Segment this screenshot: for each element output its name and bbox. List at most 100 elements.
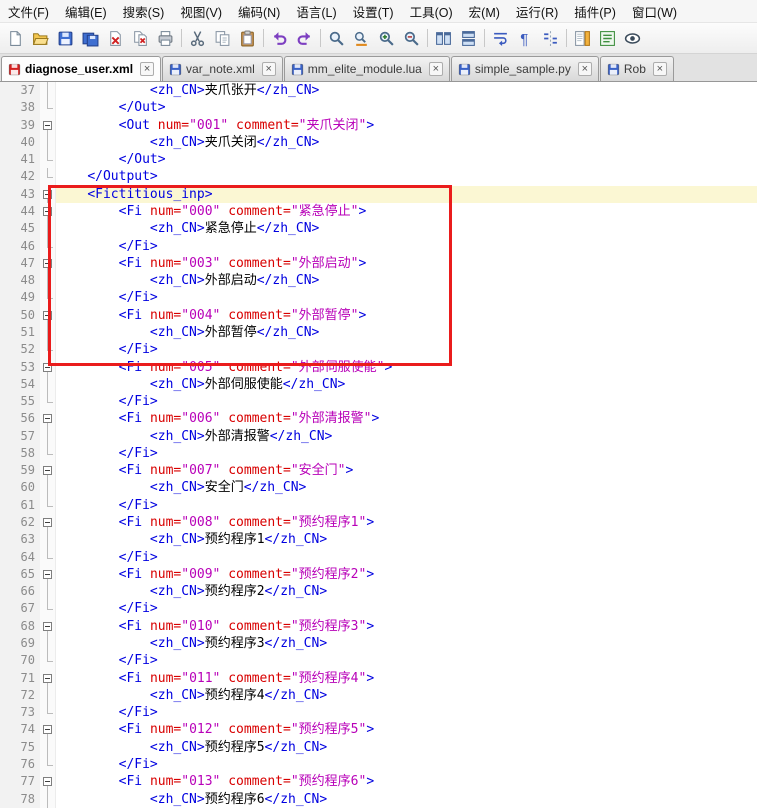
menu-item-window[interactable]: 窗口(W) — [624, 0, 685, 22]
bookmark-margin[interactable] — [0, 652, 9, 669]
line-number[interactable]: 38 — [9, 99, 40, 116]
line-number[interactable]: 74 — [9, 721, 40, 738]
code-line[interactable]: 68 <Fi num="010" comment="预约程序3"> — [0, 618, 757, 635]
tab-diagnose-user-xml[interactable]: diagnose_user.xml× — [1, 56, 161, 81]
fold-margin[interactable] — [40, 203, 56, 220]
bookmark-margin[interactable] — [0, 721, 9, 738]
bookmark-margin[interactable] — [0, 82, 9, 99]
fold-margin[interactable] — [40, 186, 56, 203]
fold-collapse-icon[interactable] — [43, 570, 52, 579]
code-line[interactable]: 38 </Out> — [0, 99, 757, 116]
line-number[interactable]: 66 — [9, 583, 40, 600]
bookmark-margin[interactable] — [0, 376, 9, 393]
bookmark-margin[interactable] — [0, 462, 9, 479]
save-all-button[interactable] — [78, 26, 103, 51]
fold-margin[interactable] — [40, 721, 56, 738]
fold-margin[interactable] — [40, 255, 56, 272]
code-line[interactable]: 57 <zh_CN>外部清报警</zh_CN> — [0, 428, 757, 445]
code-line[interactable]: 75 <zh_CN>预约程序5</zh_CN> — [0, 739, 757, 756]
code-line[interactable]: 43 <Fictitious_inp> — [0, 186, 757, 203]
code-line[interactable]: 73 </Fi> — [0, 704, 757, 721]
fold-collapse-icon[interactable] — [43, 466, 52, 475]
menu-item-language[interactable]: 语言(L) — [288, 0, 344, 22]
menu-item-tools[interactable]: 工具(O) — [402, 0, 461, 22]
line-number[interactable]: 61 — [9, 497, 40, 514]
code-line[interactable]: 65 <Fi num="009" comment="预约程序2"> — [0, 566, 757, 583]
tab-close-icon[interactable]: × — [262, 62, 276, 76]
code-line[interactable]: 51 <zh_CN>外部暂停</zh_CN> — [0, 324, 757, 341]
tab-var-note-xml[interactable]: var_note.xml× — [162, 56, 283, 81]
code-line[interactable]: 55 </Fi> — [0, 393, 757, 410]
code-line[interactable]: 62 <Fi num="008" comment="预约程序1"> — [0, 514, 757, 531]
fold-margin[interactable] — [40, 462, 56, 479]
line-number[interactable]: 71 — [9, 670, 40, 687]
code-line[interactable]: 63 <zh_CN>预约程序1</zh_CN> — [0, 531, 757, 548]
bookmark-margin[interactable] — [0, 635, 9, 652]
menu-item-edit[interactable]: 编辑(E) — [57, 0, 115, 22]
line-number[interactable]: 54 — [9, 376, 40, 393]
code-line[interactable]: 45 <zh_CN>紧急停止</zh_CN> — [0, 220, 757, 237]
bookmark-margin[interactable] — [0, 117, 9, 134]
bookmark-margin[interactable] — [0, 566, 9, 583]
line-number[interactable]: 64 — [9, 549, 40, 566]
line-number[interactable]: 56 — [9, 410, 40, 427]
line-number[interactable]: 52 — [9, 341, 40, 358]
menu-item-plugins[interactable]: 插件(P) — [566, 0, 624, 22]
bookmark-margin[interactable] — [0, 791, 9, 808]
show-all-chars-button[interactable]: ¶ — [513, 26, 538, 51]
code-line[interactable]: 60 <zh_CN>安全门</zh_CN> — [0, 479, 757, 496]
bookmark-margin[interactable] — [0, 428, 9, 445]
editor[interactable]: 37 <zh_CN>夹爪张开</zh_CN>38 </Out>39 <Out n… — [0, 82, 757, 808]
fold-margin[interactable] — [40, 773, 56, 790]
code-line[interactable]: 72 <zh_CN>预约程序4</zh_CN> — [0, 687, 757, 704]
fold-margin[interactable] — [40, 410, 56, 427]
code-line[interactable]: 61 </Fi> — [0, 497, 757, 514]
function-list-button[interactable] — [595, 26, 620, 51]
bookmark-margin[interactable] — [0, 203, 9, 220]
menu-item-search[interactable]: 搜索(S) — [115, 0, 173, 22]
bookmark-margin[interactable] — [0, 238, 9, 255]
tab-close-icon[interactable]: × — [140, 62, 154, 76]
code-line[interactable]: 48 <zh_CN>外部启动</zh_CN> — [0, 272, 757, 289]
line-number[interactable]: 50 — [9, 307, 40, 324]
bookmark-margin[interactable] — [0, 773, 9, 790]
bookmark-margin[interactable] — [0, 255, 9, 272]
code-line[interactable]: 42 </Output> — [0, 168, 757, 185]
fold-margin[interactable] — [40, 359, 56, 376]
menu-item-encoding[interactable]: 编码(N) — [230, 0, 288, 22]
bookmark-margin[interactable] — [0, 514, 9, 531]
fold-collapse-icon[interactable] — [43, 622, 52, 631]
bookmark-margin[interactable] — [0, 168, 9, 185]
code-line[interactable]: 69 <zh_CN>预约程序3</zh_CN> — [0, 635, 757, 652]
bookmark-margin[interactable] — [0, 393, 9, 410]
code-line[interactable]: 66 <zh_CN>预约程序2</zh_CN> — [0, 583, 757, 600]
bookmark-margin[interactable] — [0, 497, 9, 514]
sync-horizontal-button[interactable] — [456, 26, 481, 51]
zoom-in-button[interactable] — [374, 26, 399, 51]
fold-margin[interactable] — [40, 618, 56, 635]
save-button[interactable] — [53, 26, 78, 51]
line-number[interactable]: 73 — [9, 704, 40, 721]
line-number[interactable]: 77 — [9, 773, 40, 790]
bookmark-margin[interactable] — [0, 324, 9, 341]
bookmark-margin[interactable] — [0, 289, 9, 306]
bookmark-margin[interactable] — [0, 756, 9, 773]
new-file-button[interactable] — [3, 26, 28, 51]
line-number[interactable]: 55 — [9, 393, 40, 410]
line-number[interactable]: 49 — [9, 289, 40, 306]
bookmark-margin[interactable] — [0, 359, 9, 376]
code-line[interactable]: 44 <Fi num="000" comment="紧急停止"> — [0, 203, 757, 220]
code-line[interactable]: 56 <Fi num="006" comment="外部清报警"> — [0, 410, 757, 427]
open-folder-button[interactable] — [28, 26, 53, 51]
fold-collapse-icon[interactable] — [43, 414, 52, 423]
code-line[interactable]: 37 <zh_CN>夹爪张开</zh_CN> — [0, 82, 757, 99]
code-line[interactable]: 70 </Fi> — [0, 652, 757, 669]
zoom-out-button[interactable] — [399, 26, 424, 51]
line-number[interactable]: 43 — [9, 186, 40, 203]
fold-collapse-icon[interactable] — [43, 518, 52, 527]
code-line[interactable]: 50 <Fi num="004" comment="外部暂停"> — [0, 307, 757, 324]
find-button[interactable] — [324, 26, 349, 51]
line-number[interactable]: 57 — [9, 428, 40, 445]
fold-collapse-icon[interactable] — [43, 207, 52, 216]
code-line[interactable]: 47 <Fi num="003" comment="外部启动"> — [0, 255, 757, 272]
